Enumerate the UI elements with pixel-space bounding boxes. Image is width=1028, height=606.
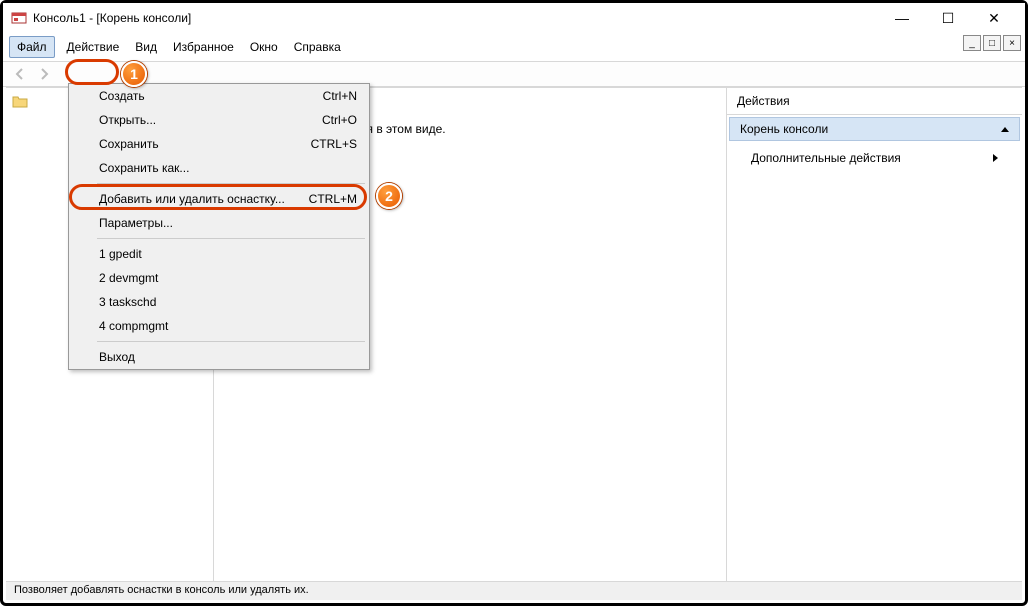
menu-file[interactable]: Файл <box>9 36 55 58</box>
menu-item-recent-4[interactable]: 4 compmgmt <box>69 314 369 338</box>
menu-separator <box>97 341 365 342</box>
actions-section-label: Корень консоли <box>740 122 828 136</box>
mdi-restore-button[interactable]: □ <box>983 35 1001 51</box>
actions-section[interactable]: Корень консоли <box>729 117 1020 141</box>
menu-view[interactable]: Вид <box>127 36 165 58</box>
annotation-marker-1: 1 <box>121 61 147 87</box>
minimize-button[interactable]: — <box>879 3 925 33</box>
actions-more-label: Дополнительные действия <box>751 151 901 165</box>
actions-pane: Действия Корень консоли Дополнительные д… <box>726 88 1022 581</box>
forward-button[interactable] <box>33 63 55 85</box>
menu-item-shortcut: CTRL+S <box>291 137 357 151</box>
menubar: Файл Действие Вид Избранное Окно Справка… <box>3 33 1025 61</box>
file-menu-dropdown: Создать Ctrl+N Открыть... Ctrl+O Сохрани… <box>68 83 370 370</box>
app-icon <box>11 10 27 26</box>
menu-item-recent-3[interactable]: 3 taskschd <box>69 290 369 314</box>
menu-item-new[interactable]: Создать Ctrl+N <box>69 84 369 108</box>
menu-action[interactable]: Действие <box>59 36 128 58</box>
folder-icon <box>12 94 28 108</box>
menu-item-shortcut: CTRL+M <box>289 192 357 206</box>
menu-item-options[interactable]: Параметры... <box>69 211 369 235</box>
menu-item-label: Выход <box>99 350 135 364</box>
maximize-button[interactable]: ☐ <box>925 3 971 33</box>
annotation-marker-2: 2 <box>376 183 402 209</box>
menu-item-label: 1 gpedit <box>99 247 142 261</box>
menu-item-save[interactable]: Сохранить CTRL+S <box>69 132 369 156</box>
menu-item-label: Открыть... <box>99 113 156 127</box>
actions-header: Действия <box>727 88 1022 115</box>
menu-help[interactable]: Справка <box>286 36 349 58</box>
status-text: Позволяет добавлять оснастки в консоль и… <box>14 584 309 596</box>
menu-favorites[interactable]: Избранное <box>165 36 242 58</box>
menu-item-label: Сохранить <box>99 137 159 151</box>
window-titlebar: Консоль1 - [Корень консоли] — ☐ ✕ <box>3 3 1025 33</box>
menu-item-shortcut: Ctrl+N <box>303 89 357 103</box>
back-button[interactable] <box>9 63 31 85</box>
actions-more[interactable]: Дополнительные действия <box>727 143 1022 173</box>
mdi-minimize-button[interactable]: _ <box>963 35 981 51</box>
collapse-icon <box>1001 127 1009 132</box>
menu-item-label: Создать <box>99 89 145 103</box>
menu-item-shortcut: Ctrl+O <box>302 113 357 127</box>
window-title: Консоль1 - [Корень консоли] <box>33 11 191 25</box>
menu-item-add-remove-snapin[interactable]: Добавить или удалить оснастку... CTRL+M <box>69 187 369 211</box>
mdi-close-button[interactable]: × <box>1003 35 1021 51</box>
menu-window[interactable]: Окно <box>242 36 286 58</box>
chevron-right-icon <box>993 154 998 162</box>
menu-item-save-as[interactable]: Сохранить как... <box>69 156 369 180</box>
menu-item-label: Параметры... <box>99 216 173 230</box>
menu-item-exit[interactable]: Выход <box>69 345 369 369</box>
menu-separator <box>97 238 365 239</box>
close-button[interactable]: ✕ <box>971 3 1017 33</box>
mdi-controls: _ □ × <box>961 35 1021 51</box>
menu-separator <box>97 183 365 184</box>
menu-item-label: 2 devmgmt <box>99 271 158 285</box>
menu-item-recent-2[interactable]: 2 devmgmt <box>69 266 369 290</box>
menu-item-label: Добавить или удалить оснастку... <box>99 192 285 206</box>
status-bar: Позволяет добавлять оснастки в консоль и… <box>6 581 1022 600</box>
menu-item-label: Сохранить как... <box>99 161 189 175</box>
menu-item-open[interactable]: Открыть... Ctrl+O <box>69 108 369 132</box>
menu-item-recent-1[interactable]: 1 gpedit <box>69 242 369 266</box>
menu-item-label: 3 taskschd <box>99 295 156 309</box>
menu-item-label: 4 compmgmt <box>99 319 168 333</box>
